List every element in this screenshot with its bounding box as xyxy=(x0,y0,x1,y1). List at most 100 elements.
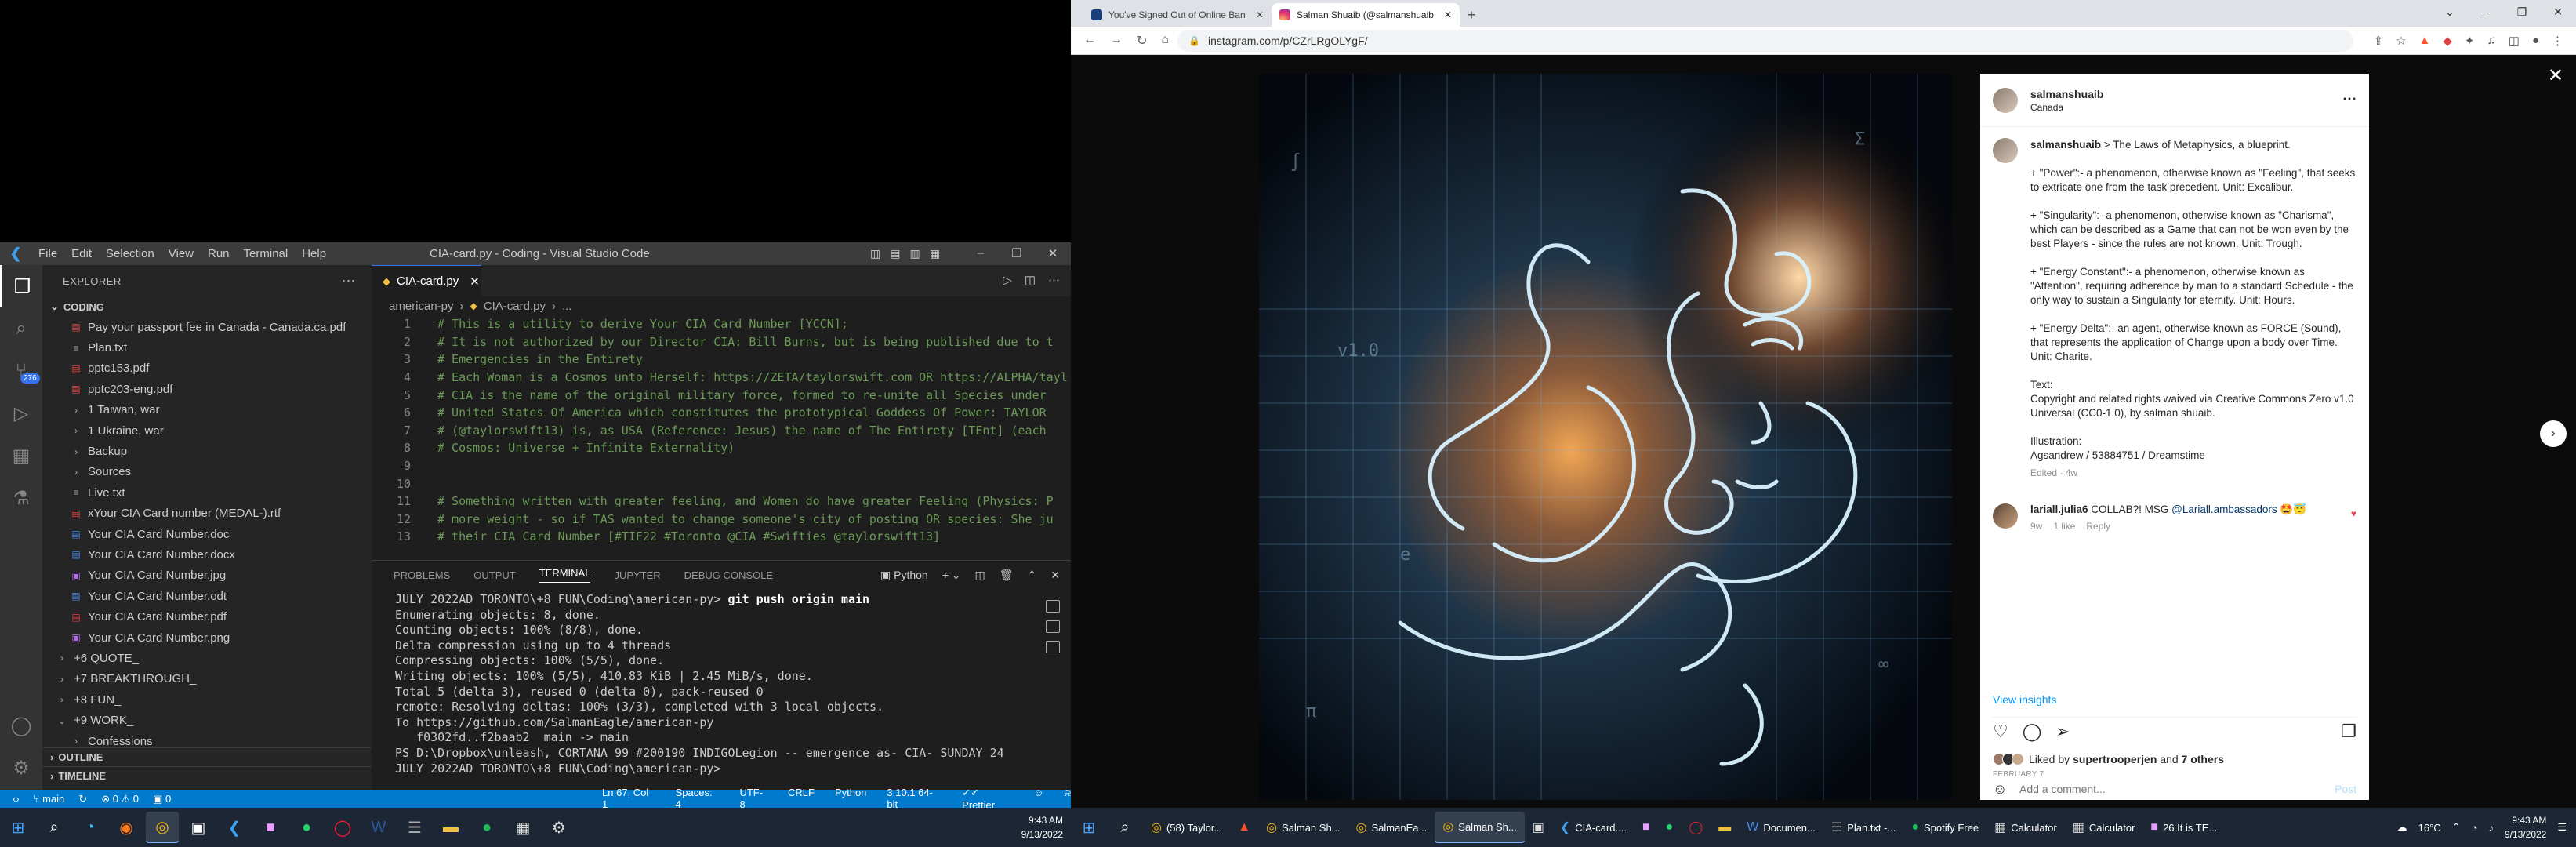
taskbar-app[interactable]: ❮ CIA-card.... xyxy=(1552,812,1634,843)
file-item[interactable]: ▤ Your CIA Card Number.docx xyxy=(42,544,372,565)
caption-avatar[interactable] xyxy=(1993,138,2018,163)
liked-by-others[interactable]: 7 others xyxy=(2182,753,2224,765)
tab-terminal[interactable]: TERMINAL xyxy=(539,567,591,583)
tab-jupyter[interactable]: JUPYTER xyxy=(614,569,660,581)
search-icon[interactable]: ⌕ xyxy=(0,307,42,350)
firefox-icon[interactable]: ◉ xyxy=(110,812,143,843)
breadcrumb-folder[interactable]: american-py xyxy=(389,300,454,313)
testing-icon[interactable]: ⚗ xyxy=(0,477,42,519)
folder-item[interactable]: › Sources xyxy=(42,462,372,482)
trash-icon[interactable]: 🗑 xyxy=(1000,569,1014,582)
terminal-instance-icon[interactable] xyxy=(1046,620,1060,633)
search-icon[interactable]: ⌕ xyxy=(38,812,71,843)
taskbar-app[interactable]: ■ 26 It is TE... xyxy=(2142,812,2225,843)
taskbar-app[interactable]: ▲ xyxy=(1230,812,1258,843)
folder-item[interactable]: › Backup xyxy=(42,441,372,461)
view-insights-link[interactable]: View insights xyxy=(1993,693,2056,706)
app-icon[interactable]: ⚙ xyxy=(542,812,575,843)
taskbar-app[interactable]: ▦ Calculator xyxy=(1986,812,2065,843)
weather-icon[interactable]: ☁ xyxy=(2397,821,2407,834)
close-button[interactable]: ✕ xyxy=(1035,246,1071,260)
remote-icon[interactable]: ‹› xyxy=(13,793,20,805)
maximize-panel-icon[interactable]: ⌃ xyxy=(1028,569,1037,582)
restore-button[interactable]: ❐ xyxy=(2504,0,2540,24)
file-item[interactable]: ▤ Your CIA Card Number.pdf xyxy=(42,606,372,627)
run-debug-icon[interactable]: ▷ xyxy=(0,392,42,434)
volume-icon[interactable]: ♪ xyxy=(2488,822,2494,834)
breadcrumb-more[interactable]: ... xyxy=(562,300,572,313)
taskbar-clock[interactable]: 9:43 AM 9/13/2022 xyxy=(1021,813,1063,842)
chrome-icon[interactable]: ◎ xyxy=(146,812,179,843)
file-item[interactable]: ▤ Your CIA Card Number.doc xyxy=(42,524,372,544)
close-panel-icon[interactable]: ✕ xyxy=(1050,569,1060,582)
comment-avatar[interactable] xyxy=(1993,503,2018,529)
restore-button[interactable]: ❐ xyxy=(999,246,1035,260)
brave-extension-icon[interactable]: ▲ xyxy=(2419,34,2431,48)
tab-cia-card[interactable]: ◆ CIA-card.py ✕ xyxy=(372,265,481,296)
taskbar-app[interactable]: W Documen... xyxy=(1739,812,1823,843)
file-item[interactable]: ▣ Your CIA Card Number.jpg xyxy=(42,565,372,586)
source-control-icon[interactable]: ⑂ 276 xyxy=(0,350,42,392)
new-tab-icon[interactable]: + xyxy=(1460,3,1483,27)
windows-start-icon[interactable]: ⊞ xyxy=(2,812,34,843)
sidebar-icon[interactable]: ◫ xyxy=(2509,34,2520,48)
comment-likes[interactable]: 1 like xyxy=(2053,521,2075,532)
timeline-section[interactable]: › TIMELINE xyxy=(42,766,372,785)
add-comment-input[interactable] xyxy=(2019,780,2302,798)
puzzle-extensions-icon[interactable]: ✦ xyxy=(2465,34,2475,48)
terminal-instance-icon[interactable] xyxy=(1046,641,1060,653)
taskbar-app[interactable]: ▣ xyxy=(1525,812,1552,843)
manage-gear-icon[interactable]: ⚙ xyxy=(0,747,42,789)
terminal-profile[interactable]: ▣ Python xyxy=(880,569,928,582)
run-python-icon[interactable]: ▷ xyxy=(1003,273,1012,287)
new-terminal-icon[interactable]: + ⌄ xyxy=(942,569,961,582)
post-username[interactable]: salmanshuaib xyxy=(2030,88,2103,100)
menu-edit[interactable]: Edit xyxy=(64,247,99,260)
caption-username[interactable]: salmanshuaib xyxy=(2030,139,2101,151)
tab-debug-console[interactable]: DEBUG CONSOLE xyxy=(684,569,773,581)
toggle-secondary-sidebar-icon[interactable]: ▥ xyxy=(909,247,920,260)
terminal-instance-icon[interactable] xyxy=(1046,600,1060,613)
taskbar-app[interactable]: ◎ SalmanEa... xyxy=(1348,812,1435,843)
folder-item[interactable]: › +7 BREAKTHROUGH_ xyxy=(42,669,372,689)
more-options-icon[interactable]: ⋯ xyxy=(2342,91,2356,107)
minimize-button[interactable]: – xyxy=(963,246,999,260)
reply-button[interactable]: Reply xyxy=(2086,521,2110,532)
taskbar-app[interactable]: ◯ xyxy=(1681,812,1711,843)
notepad-icon[interactable]: ☰ xyxy=(398,812,431,843)
reload-icon[interactable]: ↻ xyxy=(1137,33,1147,49)
browser-tab[interactable]: You've Signed Out of Online Ban ✕ xyxy=(1083,3,1272,27)
menu-run[interactable]: Run xyxy=(201,247,237,260)
file-item[interactable]: ≡ Live.txt xyxy=(42,482,372,503)
post-image[interactable]: ∫ Σ π ∞ v1.0 e xyxy=(1259,74,1952,800)
close-tab-icon[interactable]: ✕ xyxy=(1444,9,1452,20)
code-editor[interactable]: 1 # This is a utility to derive Your CIA … xyxy=(372,315,1071,551)
extension-icon[interactable]: ◆ xyxy=(2443,34,2452,48)
share-icon[interactable]: ⇪ xyxy=(2373,34,2383,48)
opera-icon[interactable]: ◯ xyxy=(326,812,359,843)
folder-item[interactable]: › +6 QUOTE_ xyxy=(42,648,372,668)
taskbar-app[interactable]: ◎ Salman Sh... xyxy=(1258,812,1348,843)
taskbar-app[interactable]: ■ xyxy=(1634,812,1658,843)
back-icon[interactable]: ← xyxy=(1083,33,1096,49)
close-tab-icon[interactable]: ✕ xyxy=(470,274,480,289)
toggle-panel-icon[interactable]: ▤ xyxy=(890,247,900,260)
problems-status[interactable]: ⊗ 0 ⚠ 0 xyxy=(101,793,139,805)
vscode-icon[interactable]: ❮ xyxy=(218,812,251,843)
comment-username[interactable]: lariall.julia6 xyxy=(2030,503,2088,515)
close-icon[interactable]: ✕ xyxy=(2548,64,2563,87)
menu-help[interactable]: Help xyxy=(295,247,333,260)
folder-item[interactable]: › 1 Ukraine, war xyxy=(42,420,372,441)
branch-status[interactable]: ⑂ main xyxy=(34,793,65,805)
bookmark-star-icon[interactable]: ☆ xyxy=(2396,34,2406,48)
toggle-sidebar-icon[interactable]: ▥ xyxy=(870,247,880,260)
weather-temp[interactable]: 16°C xyxy=(2418,822,2441,834)
more-actions-icon[interactable]: ⋯ xyxy=(1048,273,1060,287)
post-comment-button[interactable]: Post xyxy=(2335,783,2356,795)
comment-icon[interactable]: ◯ xyxy=(2023,722,2042,742)
home-icon[interactable]: ⌂ xyxy=(1161,33,1169,49)
spotify-icon[interactable]: ● xyxy=(470,812,503,843)
menu-file[interactable]: File xyxy=(31,247,64,260)
menu-kebab-icon[interactable]: ⋮ xyxy=(2552,34,2563,48)
tab-problems[interactable]: PROBLEMS xyxy=(394,569,450,581)
